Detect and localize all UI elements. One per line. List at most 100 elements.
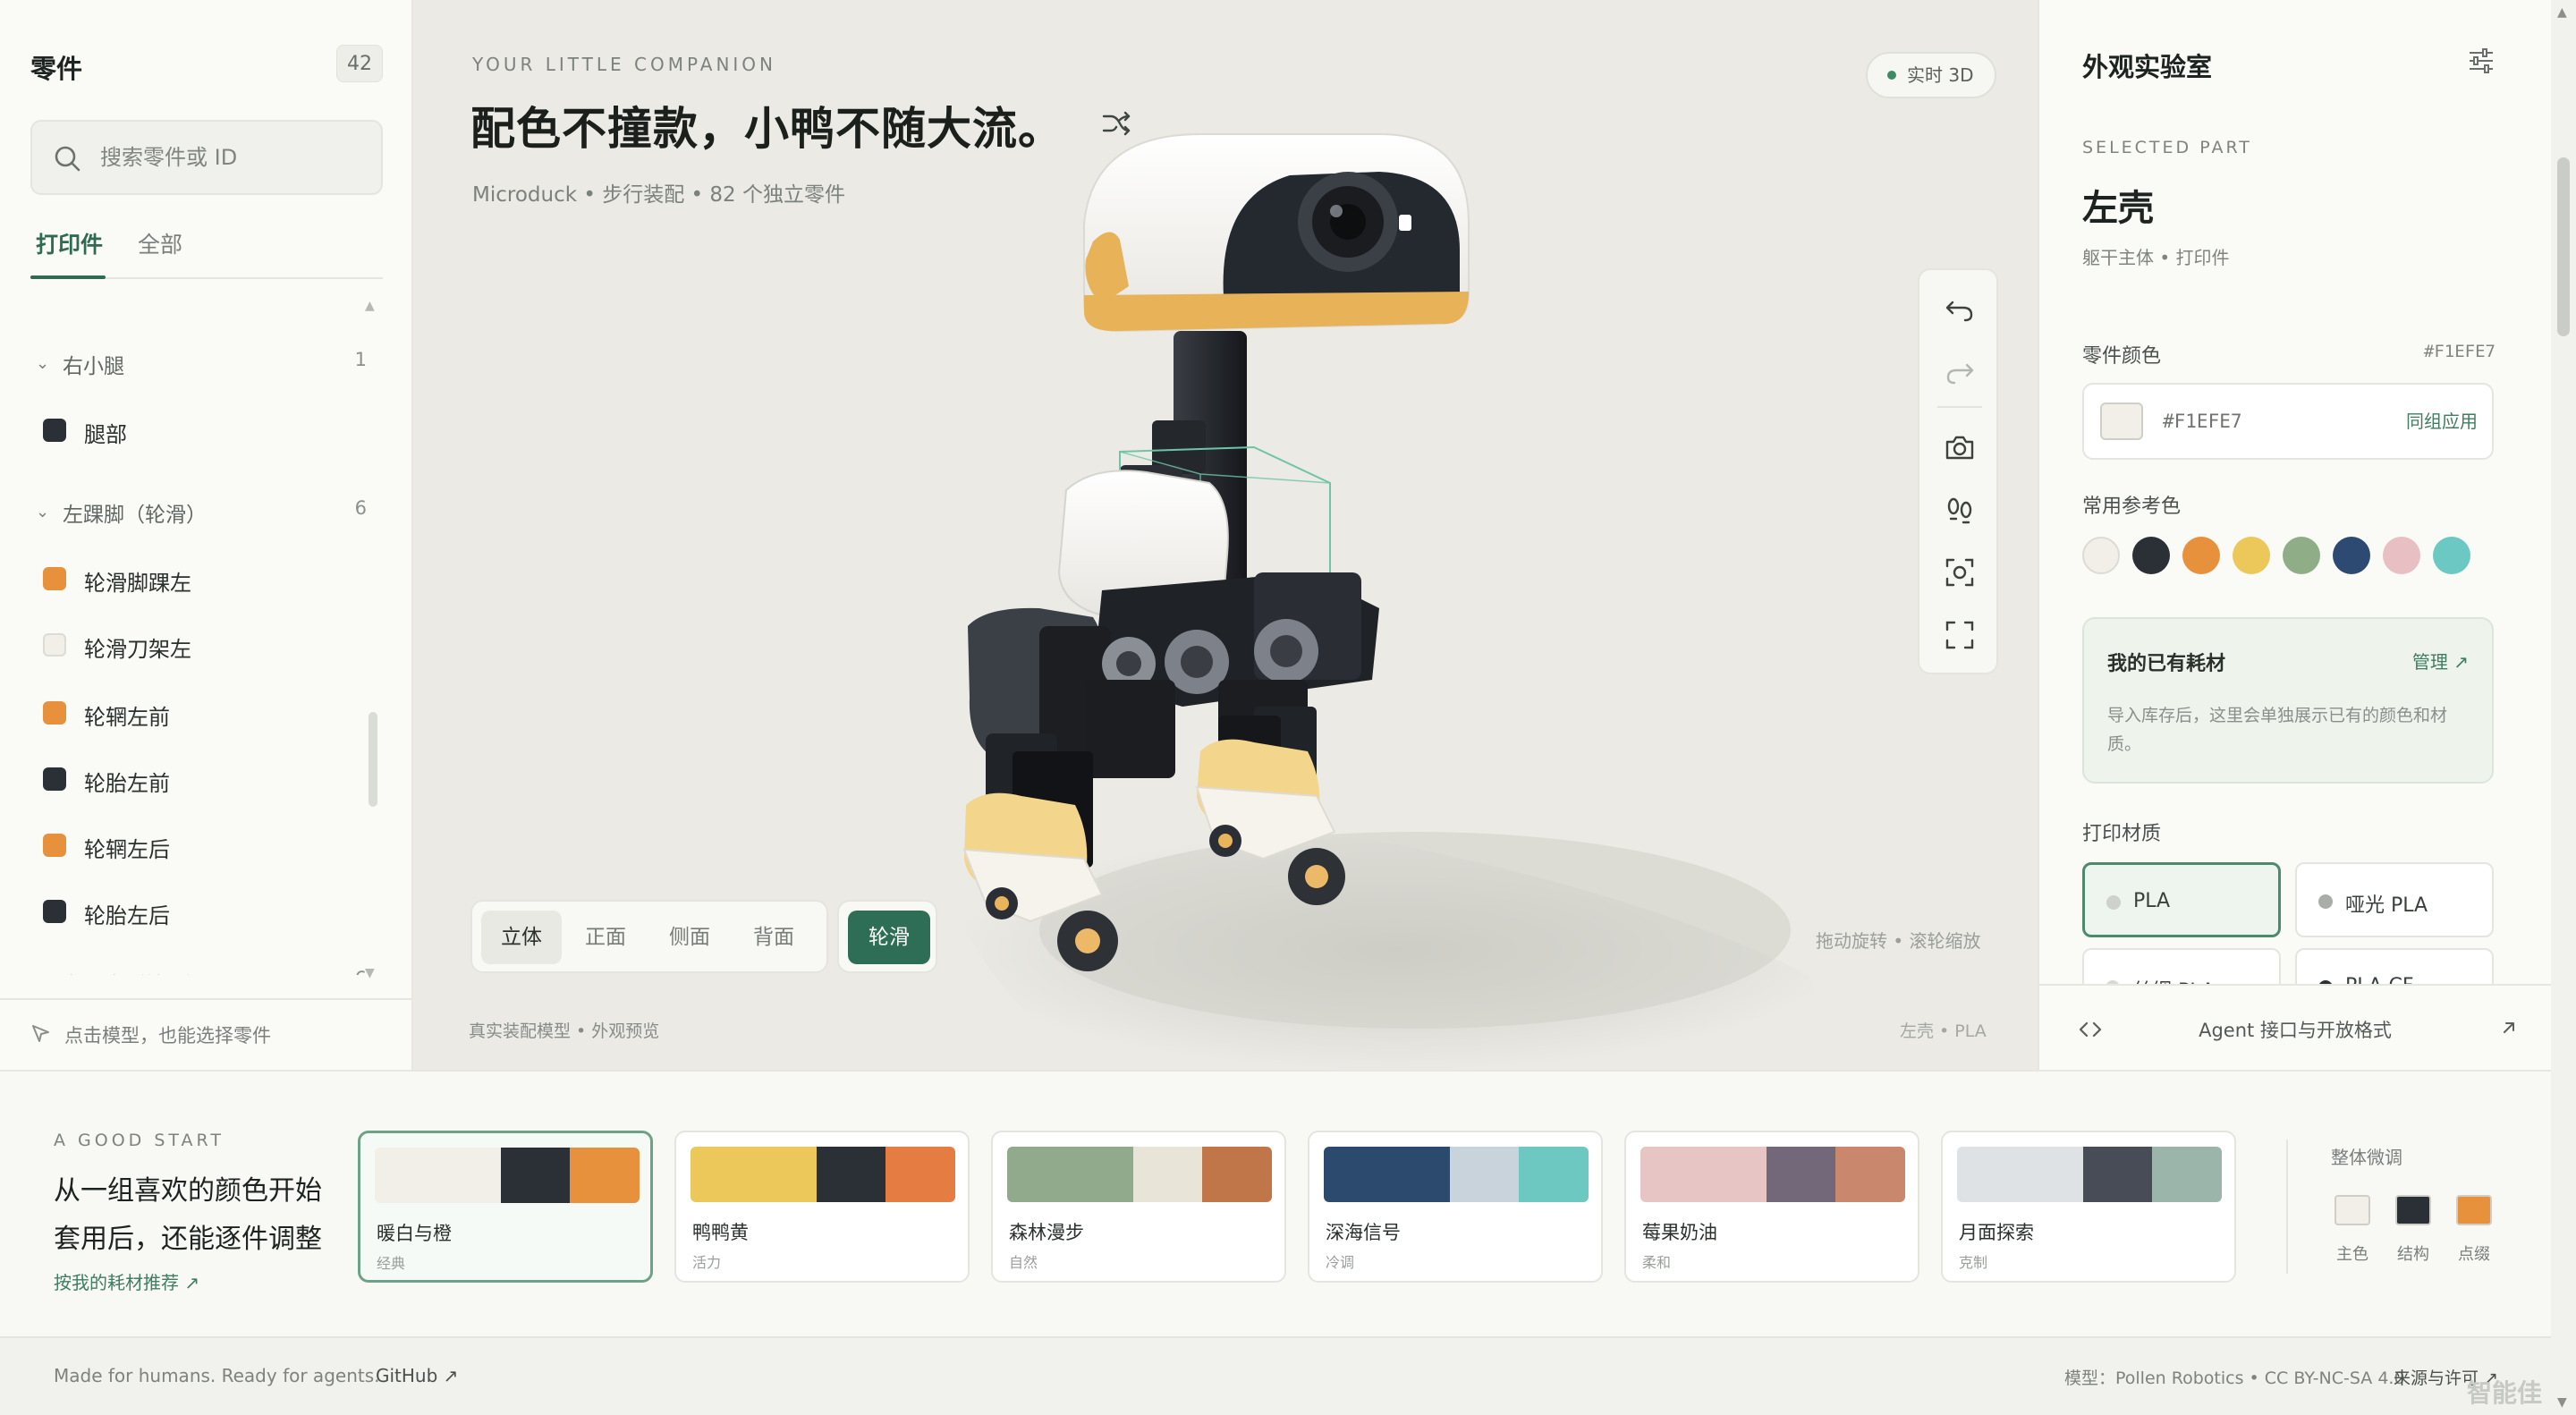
external-link-icon[interactable] bbox=[2499, 1018, 2519, 1038]
agent-api-link[interactable]: Agent 接口与开放格式 bbox=[2039, 1016, 2551, 1043]
palette-tag: 自然 bbox=[1009, 1254, 1038, 1271]
github-link[interactable]: GitHub ↗ bbox=[376, 1365, 458, 1386]
palette-swatches bbox=[375, 1148, 640, 1203]
undo-icon[interactable] bbox=[1942, 290, 1978, 326]
part-item-rim-left-front[interactable]: 轮辋左前 bbox=[30, 691, 383, 735]
palette-heading-line1: 从一组喜欢的颜色开始 bbox=[54, 1175, 322, 1207]
view-switcher: 立体 正面 侧面 背面 bbox=[470, 900, 828, 973]
material-matte-pla-button[interactable]: 哑光 PLA bbox=[2295, 862, 2494, 937]
tweak-swatch[interactable] bbox=[2395, 1195, 2431, 1225]
part-color-swatch bbox=[43, 834, 66, 857]
live-status-dot bbox=[1887, 71, 1896, 80]
palette-card-forest-walk[interactable]: 森林漫步 自然 bbox=[991, 1131, 1286, 1283]
camera-icon[interactable] bbox=[1942, 429, 1978, 465]
stage-eyebrow: YOUR LITTLE COMPANION bbox=[472, 54, 777, 75]
active-tab-indicator bbox=[30, 275, 106, 279]
search-input[interactable]: 搜索零件或 ID bbox=[100, 122, 237, 193]
stage-headline: 配色不撞款，小鸭不随大流。 bbox=[470, 103, 1063, 155]
tweak-divider bbox=[2286, 1140, 2288, 1274]
part-item-tire-left-front[interactable]: 轮胎左前 bbox=[30, 757, 383, 801]
tweak-swatch[interactable] bbox=[2334, 1195, 2370, 1225]
sliders-icon[interactable] bbox=[2465, 45, 2497, 77]
tweak-swatch[interactable] bbox=[2456, 1195, 2492, 1225]
fullscreen-icon[interactable] bbox=[1942, 617, 1978, 653]
ref-color-swatch[interactable] bbox=[2182, 537, 2220, 574]
part-item-rim-left-rear[interactable]: 轮辋左后 bbox=[30, 823, 383, 868]
appearance-panel: 外观实验室 SELECTED PART 左壳 躯干主体 • 打印件 零件颜色 #… bbox=[2038, 0, 2551, 1070]
palette-card-deep-sea-signal[interactable]: 深海信号 冷调 bbox=[1308, 1131, 1603, 1283]
ref-color-swatch[interactable] bbox=[2383, 537, 2420, 574]
part-search-field[interactable]: 搜索零件或 ID bbox=[30, 120, 383, 195]
skate-mode-button[interactable]: 轮滑 bbox=[848, 911, 930, 964]
page-footer: Made for humans. Ready for agents. GitHu… bbox=[0, 1336, 2551, 1415]
group-left-ankle-skate[interactable]: ⌄ 左踝脚（轮滑） 6 bbox=[30, 494, 383, 530]
shuffle-icon[interactable] bbox=[1098, 106, 1134, 141]
ref-color-swatch[interactable] bbox=[2082, 537, 2120, 574]
color-picker-swatch[interactable] bbox=[2100, 402, 2143, 440]
reference-colors-label: 常用参考色 bbox=[2082, 496, 2182, 518]
scrollbar-thumb[interactable] bbox=[2557, 157, 2570, 336]
ref-color-swatch[interactable] bbox=[2132, 537, 2170, 574]
sidebar-footer: 点击模型，也能选择零件 bbox=[0, 998, 411, 1070]
part-item-skate-frame-left[interactable]: 轮滑刀架左 bbox=[30, 623, 383, 667]
palette-name: 鸭鸭黄 bbox=[692, 1222, 749, 1243]
ref-color-swatch[interactable] bbox=[2233, 537, 2270, 574]
tree-scroll-down-arrow[interactable]: ▼ bbox=[365, 966, 375, 980]
scroll-down-arrow[interactable]: ▼ bbox=[2557, 1395, 2567, 1410]
manage-inventory-link[interactable]: 管理 ↗ bbox=[2412, 648, 2469, 674]
inventory-title: 我的已有耗材 bbox=[2107, 653, 2226, 675]
tweak-primary[interactable]: 主色 bbox=[2326, 1195, 2379, 1281]
view-front-button[interactable]: 正面 bbox=[565, 911, 646, 964]
mode-toggle: 轮滑 bbox=[837, 900, 937, 973]
group-right-ankle-skate[interactable]: ⌄ 右踝脚（轮滑） 6 bbox=[30, 964, 383, 975]
palette-card-lunar-explore[interactable]: 月面探索 克制 bbox=[1941, 1131, 2236, 1283]
part-color-swatch bbox=[43, 567, 66, 590]
part-label: 腿部 bbox=[84, 422, 127, 447]
view-back-button[interactable]: 背面 bbox=[733, 911, 814, 964]
sidebar-title: 零件 bbox=[30, 54, 83, 84]
palette-swatches bbox=[1324, 1147, 1589, 1202]
part-color-swatch bbox=[43, 633, 66, 657]
tweak-accent[interactable]: 点缀 bbox=[2447, 1195, 2501, 1281]
tree-scrollbar-thumb[interactable] bbox=[369, 712, 377, 807]
part-color-swatch bbox=[43, 767, 66, 791]
material-dot bbox=[2318, 894, 2333, 909]
model-viewport[interactable]: YOUR LITTLE COMPANION 配色不撞款，小鸭不随大流。 Micr… bbox=[413, 0, 2038, 1070]
scroll-up-arrow[interactable]: ▲ bbox=[2557, 5, 2567, 20]
ref-color-swatch[interactable] bbox=[2333, 537, 2370, 574]
tweak-structure[interactable]: 结构 bbox=[2386, 1195, 2440, 1281]
part-color-swatch bbox=[43, 701, 66, 724]
ref-color-swatch[interactable] bbox=[2433, 537, 2470, 574]
palette-card-berry-cream[interactable]: 莓果奶油 柔和 bbox=[1624, 1131, 1919, 1283]
chevron-down-icon: ⌄ bbox=[36, 503, 50, 521]
part-color-field[interactable]: #F1EFE7 同组应用 bbox=[2082, 383, 2494, 460]
view-side-button[interactable]: 侧面 bbox=[649, 911, 730, 964]
focus-icon[interactable] bbox=[1942, 555, 1978, 590]
tab-printed[interactable]: 打印件 bbox=[36, 227, 103, 259]
group-right-shin[interactable]: ⌄ 右小腿 1 bbox=[30, 345, 383, 381]
color-hex-input[interactable]: #F1EFE7 bbox=[2163, 385, 2242, 458]
model-meta: Microduck • 步行装配 • 82 个独立零件 bbox=[472, 183, 845, 207]
palette-card-duck-yellow[interactable]: 鸭鸭黄 活力 bbox=[674, 1131, 970, 1283]
selected-part-summary: 左壳 • PLA bbox=[1900, 1021, 1987, 1041]
apply-to-group-button[interactable]: 同组应用 bbox=[2406, 385, 2478, 458]
parts-tree: ⌄ 右小腿 1 腿部 ⌄ 左踝脚（轮滑） 6 轮滑脚踝左 轮滑刀架左 轮辋左前 … bbox=[30, 286, 383, 975]
tweak-label: 主色 bbox=[2336, 1245, 2368, 1264]
recommend-by-filament-link[interactable]: 按我的耗材推荐 ↗ bbox=[54, 1268, 199, 1294]
view-3d-button[interactable]: 立体 bbox=[481, 911, 562, 964]
tab-all[interactable]: 全部 bbox=[138, 227, 182, 259]
material-label: 哑光 PLA bbox=[2345, 894, 2428, 917]
part-label: 轮胎左后 bbox=[84, 903, 170, 928]
redo-icon[interactable] bbox=[1942, 352, 1978, 388]
selected-part-name: 左壳 bbox=[2082, 188, 2154, 229]
footprints-icon[interactable] bbox=[1942, 492, 1978, 528]
part-item-skate-ankle-left[interactable]: 轮滑脚踝左 bbox=[30, 556, 383, 601]
footer-tagline: Made for humans. Ready for agents. bbox=[54, 1365, 380, 1386]
material-pla-button[interactable]: PLA bbox=[2082, 862, 2281, 937]
page-scrollbar[interactable]: ▲ ▼ bbox=[2551, 0, 2576, 1415]
group-label: 左踝脚（轮滑） bbox=[63, 504, 207, 527]
ref-color-swatch[interactable] bbox=[2283, 537, 2320, 574]
palette-card-warm-white-orange[interactable]: 暖白与橙 经典 bbox=[358, 1131, 653, 1283]
part-item-leg[interactable]: 腿部 bbox=[30, 408, 383, 453]
part-item-tire-left-rear[interactable]: 轮胎左后 bbox=[30, 889, 383, 934]
